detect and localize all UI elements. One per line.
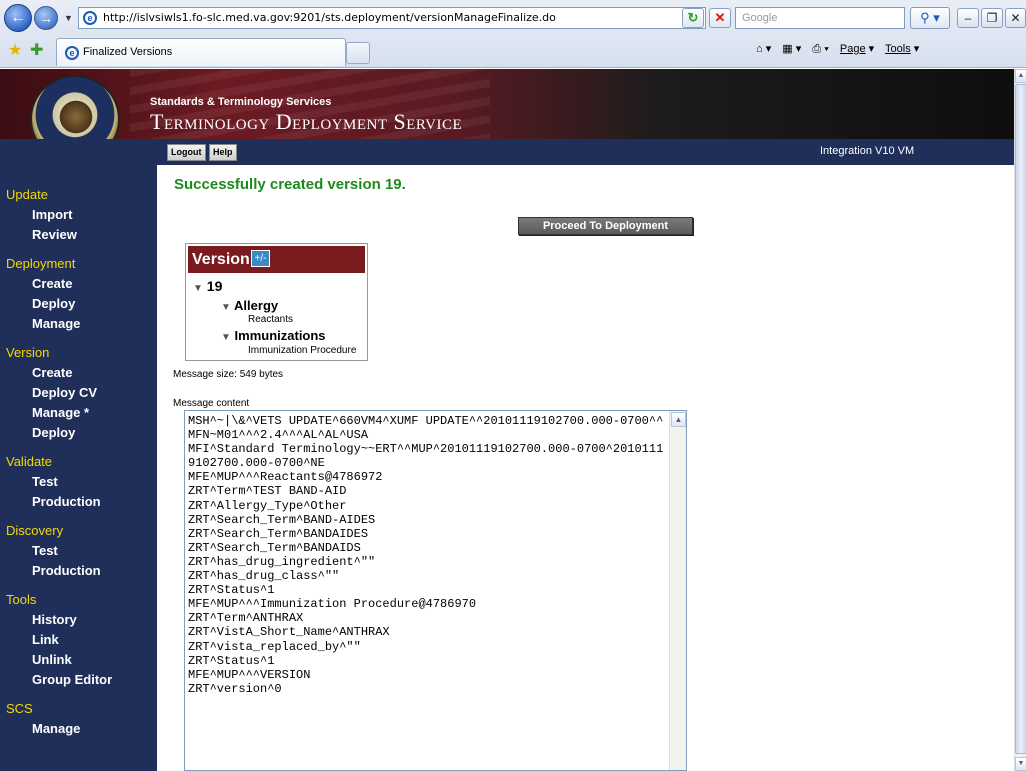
scroll-up-icon[interactable]: ▲ xyxy=(671,412,686,427)
history-dropdown-icon[interactable]: ▼ xyxy=(64,13,73,23)
address-bar[interactable]: e http://islvsiwls1.fo-slc.med.va.gov:92… xyxy=(78,7,706,29)
caret-down-icon: ▼ xyxy=(221,332,231,343)
ie-page-icon: e xyxy=(83,11,97,25)
add-favorites-icon[interactable]: ✚ xyxy=(30,40,43,60)
sidebar-item-deployment-deploy[interactable]: Deploy xyxy=(32,296,75,311)
va-seal-logo xyxy=(30,75,120,139)
textarea-scrollbar[interactable]: ▲ xyxy=(669,411,686,770)
main-content: Successfully created version 19. Proceed… xyxy=(157,165,1014,771)
sidebar-item-validate-production[interactable]: Production xyxy=(32,494,101,509)
expand-collapse-button[interactable]: +/- xyxy=(251,250,270,267)
top-nav-strip: Logout Help Integration V10 VM xyxy=(0,139,1014,165)
scrollbar-thumb[interactable] xyxy=(1015,84,1026,754)
sidebar-item-version-manage[interactable]: Manage * xyxy=(32,405,89,420)
back-arrow-icon[interactable]: ← xyxy=(4,4,32,32)
logout-button[interactable]: Logout xyxy=(167,144,206,161)
sidebar-item-group-editor[interactable]: Group Editor xyxy=(32,672,112,687)
sidebar-item-history[interactable]: History xyxy=(32,612,77,627)
message-size: Message size: 549 bytes xyxy=(173,369,284,380)
maximize-icon[interactable]: ❐ xyxy=(981,8,1003,28)
proceed-to-deployment-button[interactable]: Proceed To Deployment xyxy=(518,217,693,235)
forward-arrow-icon[interactable]: → xyxy=(34,6,58,30)
message-content-textarea[interactable]: MSH^~|\&^VETS UPDATE^660VM4^XUMF UPDATE^… xyxy=(184,410,687,771)
sidebar-item-scs-manage[interactable]: Manage xyxy=(32,721,80,736)
sidebar-section-update: Update xyxy=(6,187,48,202)
sidebar-item-deploy-cv[interactable]: Deploy CV xyxy=(32,385,97,400)
sidebar-item-version-create[interactable]: Create xyxy=(32,365,72,380)
sidebar-item-import[interactable]: Import xyxy=(32,207,72,222)
sidebar-item-validate-test[interactable]: Test xyxy=(32,474,58,489)
minimize-icon[interactable]: – xyxy=(957,8,979,28)
caret-down-icon: ▼ xyxy=(193,283,203,294)
caret-down-icon: ▼ xyxy=(221,302,231,313)
page-menu[interactable]: Page ▾ xyxy=(840,43,874,55)
close-icon[interactable]: ✕ xyxy=(1005,8,1026,28)
banner-title: Terminology Deployment Service xyxy=(150,109,463,134)
sidebar-item-link[interactable]: Link xyxy=(32,632,59,647)
sidebar: Update Import Review Deployment Create D… xyxy=(0,165,157,771)
banner-subtitle: Standards & Terminology Services xyxy=(150,96,332,108)
new-tab-button[interactable] xyxy=(346,42,370,64)
star-icon[interactable]: ★ xyxy=(8,40,22,60)
stop-icon[interactable]: ✕ xyxy=(709,8,731,28)
tree-node-allergy[interactable]: ▼ Allergy xyxy=(221,298,278,313)
sidebar-item-unlink[interactable]: Unlink xyxy=(32,652,72,667)
rss-feed-icon[interactable]: ▦ ▾ xyxy=(782,43,801,55)
sidebar-section-version: Version xyxy=(6,345,50,360)
browser-toolbar: ← → ▼ e http://islvsiwls1.fo-slc.med.va.… xyxy=(0,0,1026,68)
tab-finalized-versions[interactable]: e Finalized Versions xyxy=(56,38,346,66)
sidebar-item-review[interactable]: Review xyxy=(32,227,77,242)
sidebar-section-discovery: Discovery xyxy=(6,523,64,538)
tree-leaf-immunization-procedure[interactable]: Immunization Procedure xyxy=(248,345,356,356)
command-bar: ⌂ ▾ ▦ ▾ ⎙ ▾ Page ▾ Tools ▾ xyxy=(756,42,927,56)
tab-label: Finalized Versions xyxy=(83,46,173,58)
environment-label: Integration V10 VM xyxy=(820,145,915,157)
sidebar-item-discovery-test[interactable]: Test xyxy=(32,543,58,558)
address-url[interactable]: http://islvsiwls1.fo-slc.med.va.gov:9201… xyxy=(103,11,556,24)
search-input[interactable]: Google xyxy=(735,7,905,29)
help-button[interactable]: Help xyxy=(209,144,237,161)
sidebar-item-deployment-manage[interactable]: Manage xyxy=(32,316,80,331)
message-content-text[interactable]: MSH^~|\&^VETS UPDATE^660VM4^XUMF UPDATE^… xyxy=(188,414,666,696)
tree-leaf-reactants[interactable]: Reactants xyxy=(248,314,293,325)
search-icon[interactable]: ⚲ ▾ xyxy=(910,7,950,29)
sidebar-section-validate: Validate xyxy=(6,454,53,469)
sidebar-item-discovery-production[interactable]: Production xyxy=(32,563,101,578)
printer-icon[interactable]: ⎙ ▾ xyxy=(812,43,828,55)
success-message: Successfully created version 19. xyxy=(174,176,406,193)
tree-node-label: 19 xyxy=(206,278,223,294)
ie-page-icon: e xyxy=(65,46,79,60)
sidebar-item-deployment-create[interactable]: Create xyxy=(32,276,72,291)
sidebar-section-tools: Tools xyxy=(6,592,37,607)
tree-node-label: Immunizations xyxy=(234,328,326,343)
sidebar-item-version-deploy[interactable]: Deploy xyxy=(32,425,75,440)
tree-node-version[interactable]: ▼ 19 xyxy=(193,278,222,294)
scroll-up-icon[interactable]: ▲ xyxy=(1015,69,1026,83)
tree-node-immunizations[interactable]: ▼ Immunizations xyxy=(221,328,326,343)
tools-menu[interactable]: Tools ▾ xyxy=(885,43,919,55)
message-content-label: Message content xyxy=(173,398,250,409)
search-placeholder: Google xyxy=(742,12,778,24)
tree-node-label: Allergy xyxy=(234,298,279,313)
eagle-icon xyxy=(56,99,96,135)
site-banner: Standards & Terminology Services Termino… xyxy=(0,69,1014,139)
version-tree-title: Version xyxy=(192,251,250,268)
version-tree-panel: Version +/- ▼ 19 ▼ Allergy Reactants ▼ I… xyxy=(185,243,368,361)
sidebar-section-scs: SCS xyxy=(6,701,33,716)
refresh-icon[interactable]: ↻ xyxy=(682,8,704,28)
page-scrollbar[interactable]: ▲ ▼ xyxy=(1014,69,1026,771)
home-icon[interactable]: ⌂ ▾ xyxy=(756,43,771,55)
scroll-down-icon[interactable]: ▼ xyxy=(1015,757,1026,771)
sidebar-section-deployment: Deployment xyxy=(6,256,76,271)
version-tree-header: Version +/- xyxy=(188,246,365,273)
